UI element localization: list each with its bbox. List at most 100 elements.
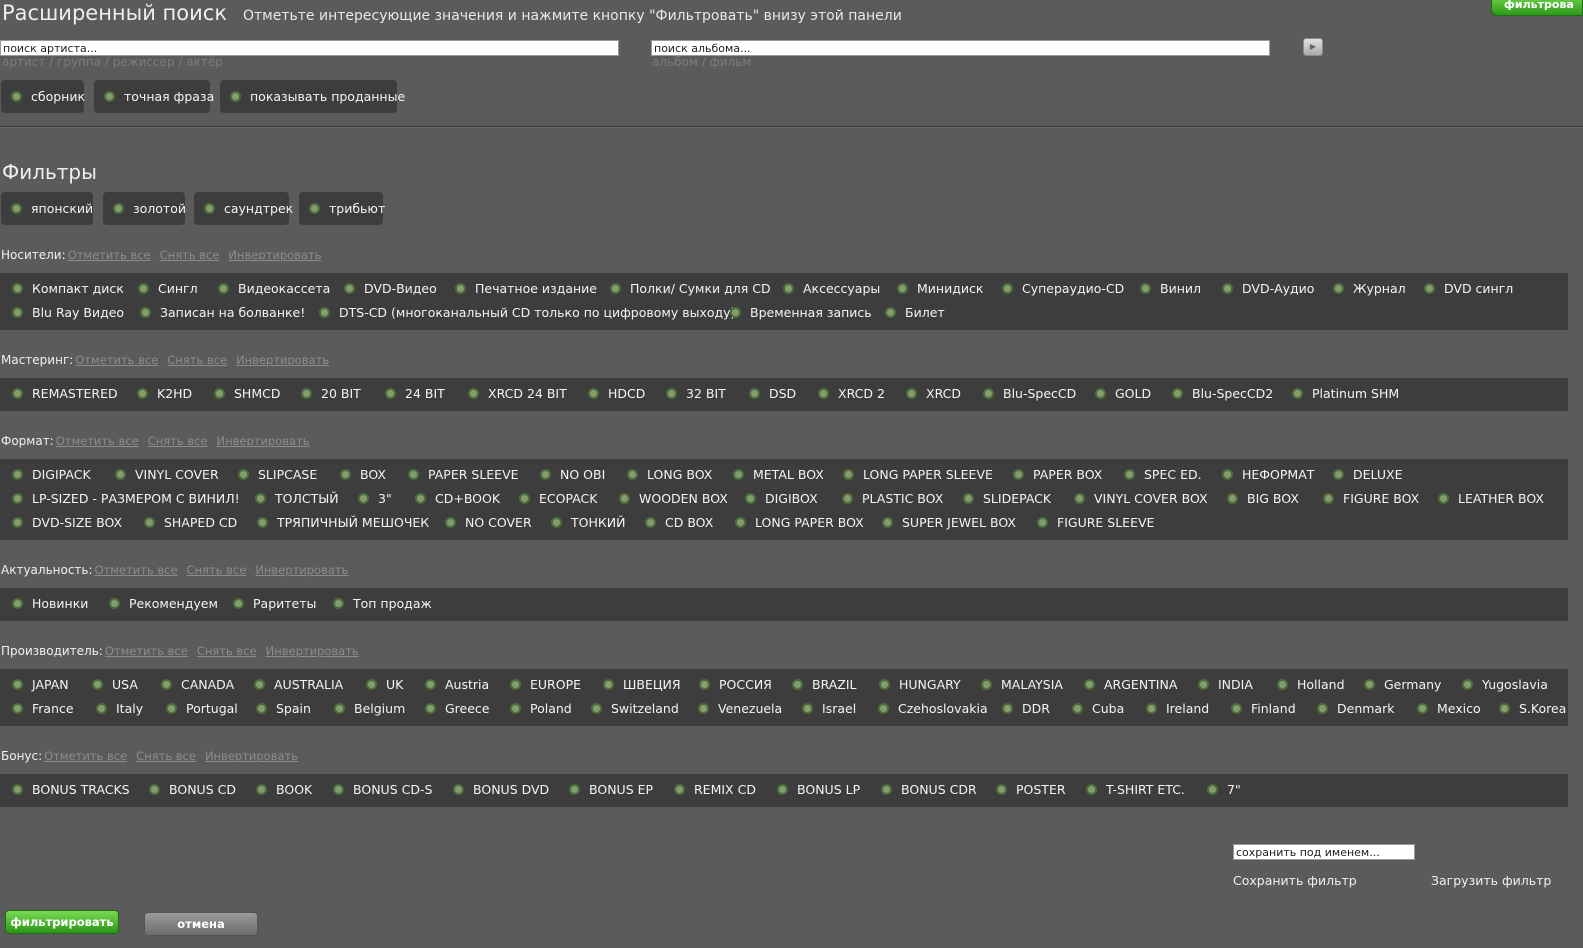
filter-option[interactable]: Cuba (1072, 701, 1124, 716)
uncheck-all-link[interactable]: Снять все (136, 749, 196, 763)
filter-option[interactable]: ECOPACK (519, 491, 597, 506)
filter-button[interactable]: фильтрировать (5, 910, 119, 934)
filter-tribute[interactable]: трибьют (299, 192, 385, 225)
filter-option[interactable]: 3" (358, 491, 392, 506)
filter-option[interactable]: Винил (1140, 281, 1201, 296)
filter-option[interactable]: BONUS DVD (453, 782, 549, 797)
filter-option[interactable]: MALAYSIA (981, 677, 1063, 692)
filter-option[interactable]: SHAPED CD (144, 515, 237, 530)
filter-option[interactable]: SLIPCASE (238, 467, 317, 482)
filter-option[interactable]: BRAZIL (792, 677, 857, 692)
check-all-link[interactable]: Отметить все (56, 434, 139, 448)
filter-option[interactable]: ТРЯПИЧНЫЙ МЕШОЧЕК (257, 515, 429, 530)
invert-link[interactable]: Инвертировать (266, 644, 359, 658)
check-all-link[interactable]: Отметить все (68, 248, 151, 262)
check-all-link[interactable]: Отметить все (95, 563, 178, 577)
filter-option[interactable]: DTS-CD (многоканальный CD только по цифр… (319, 305, 735, 320)
filter-option[interactable]: ШВЕЦИЯ (603, 677, 681, 692)
filter-option[interactable]: Italy (96, 701, 143, 716)
filter-option[interactable]: Полки/ Сумки для CD (610, 281, 771, 296)
filter-option[interactable]: METAL BOX (733, 467, 824, 482)
filter-option[interactable]: Временная запись (730, 305, 872, 320)
check-all-link[interactable]: Отметить все (44, 749, 127, 763)
filter-option[interactable]: XRCD 2 (818, 386, 885, 401)
filter-option[interactable]: Билет (885, 305, 945, 320)
uncheck-all-link[interactable]: Снять все (197, 644, 257, 658)
check-all-link[interactable]: Отметить все (105, 644, 188, 658)
filter-option[interactable]: VINYL COVER BOX (1074, 491, 1208, 506)
filter-option[interactable]: Spain (256, 701, 311, 716)
filter-option[interactable]: НЕФОРМАТ (1222, 467, 1314, 482)
filter-japanese[interactable]: японский (1, 192, 93, 225)
check-all-link[interactable]: Отметить все (75, 353, 158, 367)
filter-gold[interactable]: золотой (103, 192, 186, 225)
filter-option[interactable]: LP-SIZED - РАЗМЕРОМ С ВИНИЛ! (12, 491, 240, 506)
filter-option[interactable]: SHMCD (214, 386, 280, 401)
filter-option[interactable]: UK (366, 677, 403, 692)
filter-option[interactable]: SUPER JEWEL BOX (882, 515, 1016, 530)
filter-option[interactable]: T-SHIRT ETC. (1086, 782, 1185, 797)
invert-link[interactable]: Инвертировать (228, 248, 321, 262)
filter-option[interactable]: DIGIPACK (12, 467, 91, 482)
filter-option[interactable]: Аксессуары (783, 281, 880, 296)
filter-option[interactable]: Venezuela (698, 701, 782, 716)
filter-option[interactable]: NO COVER (445, 515, 532, 530)
filter-option[interactable]: 7" (1207, 782, 1241, 797)
filter-option[interactable]: Записан на болванке! (140, 305, 305, 320)
filter-option[interactable]: BONUS CDR (881, 782, 977, 797)
filter-option[interactable]: Новинки (12, 596, 88, 611)
artist-search-input[interactable] (0, 40, 619, 56)
filter-option[interactable]: SPEC ED. (1124, 467, 1202, 482)
filter-option[interactable]: Germany (1364, 677, 1441, 692)
filter-option[interactable]: AUSTRALIA (254, 677, 343, 692)
filter-option[interactable]: SLIDEPACK (963, 491, 1051, 506)
invert-link[interactable]: Инвертировать (205, 749, 298, 763)
filter-option[interactable]: S.Korea (1499, 701, 1566, 716)
filter-option[interactable]: DVD-SIZE BOX (12, 515, 122, 530)
invert-link[interactable]: Инвертировать (236, 353, 329, 367)
filter-option[interactable]: DVD-Видео (344, 281, 437, 296)
uncheck-all-link[interactable]: Снять все (148, 434, 208, 448)
filter-option[interactable]: Czehoslovakia (878, 701, 988, 716)
filter-option[interactable]: ТОЛСТЫЙ (255, 491, 339, 506)
filter-option[interactable]: PAPER BOX (1013, 467, 1102, 482)
filter-soundtrack[interactable]: саундтрек (194, 192, 293, 225)
filter-option[interactable]: Greece (425, 701, 490, 716)
filter-option[interactable]: BOOK (256, 782, 312, 797)
album-search-input[interactable] (651, 40, 1270, 56)
filter-option[interactable]: BONUS CD-S (333, 782, 432, 797)
filter-option[interactable]: REMIX CD (674, 782, 756, 797)
filter-option[interactable]: Blu-SpecCD (983, 386, 1076, 401)
filter-option[interactable]: Журнал (1333, 281, 1406, 296)
filter-option[interactable]: K2HD (137, 386, 192, 401)
filter-option[interactable]: DELUXE (1333, 467, 1402, 482)
filter-option[interactable]: Печатное издание (455, 281, 597, 296)
filter-option[interactable]: 32 BIT (666, 386, 726, 401)
filter-option[interactable]: BONUS TRACKS (12, 782, 130, 797)
filter-option[interactable]: Yugoslavia (1462, 677, 1548, 692)
filter-option[interactable]: JAPAN (12, 677, 69, 692)
filter-option[interactable]: EUROPE (510, 677, 581, 692)
filter-option[interactable]: CANADA (161, 677, 234, 692)
invert-link[interactable]: Инвертировать (255, 563, 348, 577)
filter-option[interactable]: Супераудио-CD (1002, 281, 1124, 296)
filter-option[interactable]: ARGENTINA (1084, 677, 1177, 692)
filter-option[interactable]: XRCD 24 BIT (468, 386, 567, 401)
filter-option[interactable]: Austria (425, 677, 489, 692)
invert-link[interactable]: Инвертировать (217, 434, 310, 448)
filter-option[interactable]: CD+BOOK (415, 491, 500, 506)
filter-option[interactable]: DVD сингл (1424, 281, 1513, 296)
filter-option[interactable]: FIGURE SLEEVE (1037, 515, 1154, 530)
filter-option[interactable]: LONG PAPER SLEEVE (843, 467, 993, 482)
filter-option[interactable]: HUNGARY (879, 677, 961, 692)
load-filter-link[interactable]: Загрузить фильтр (1431, 873, 1551, 888)
option-show-sold[interactable]: показывать проданные (220, 80, 405, 113)
filter-option[interactable]: Рекомендуем (109, 596, 218, 611)
filter-option[interactable]: CD BOX (645, 515, 713, 530)
filter-option[interactable]: 20 BIT (301, 386, 361, 401)
filter-option[interactable]: GOLD (1095, 386, 1151, 401)
filter-option[interactable]: PLASTIC BOX (842, 491, 943, 506)
filter-option[interactable]: Blu-SpecCD2 (1172, 386, 1273, 401)
filter-option[interactable]: DDR (1002, 701, 1050, 716)
filter-option[interactable]: DIGIBOX (745, 491, 818, 506)
